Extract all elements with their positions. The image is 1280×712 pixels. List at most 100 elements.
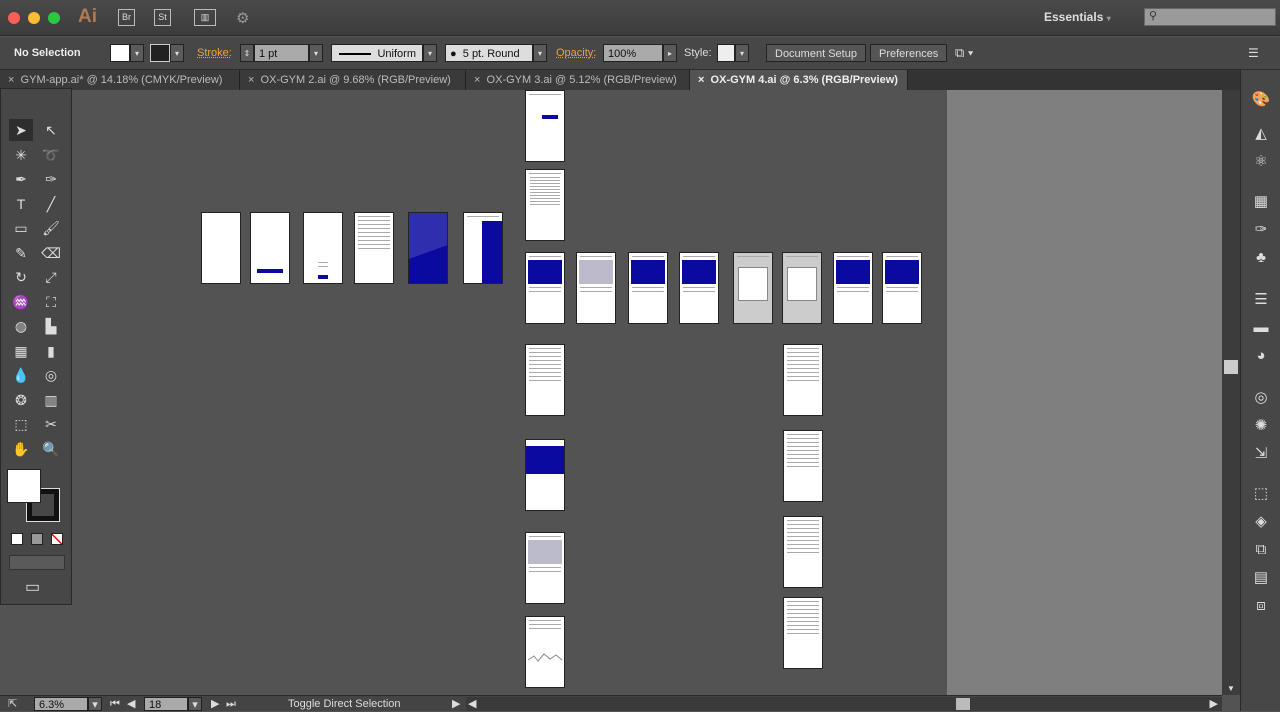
align-icon[interactable]: ▤ <box>1251 568 1271 588</box>
scroll-right-arrow[interactable]: ▶ <box>1210 697 1218 711</box>
none-mode-button[interactable] <box>51 533 63 545</box>
style-dropdown[interactable]: ▾ <box>735 44 749 62</box>
artboard[interactable] <box>303 212 343 284</box>
color-guide-icon[interactable]: 🎨 <box>1251 90 1271 110</box>
stroke-stepper[interactable]: ⇕ <box>240 44 254 62</box>
horizontal-scrollbar[interactable]: ◀ ▶ <box>466 697 1222 711</box>
artboard[interactable] <box>463 212 503 284</box>
selection-tool-icon[interactable]: ➤ <box>9 119 33 141</box>
lasso-tool-icon[interactable]: ➰ <box>39 144 63 166</box>
layers-icon[interactable]: ◈ <box>1251 512 1271 532</box>
perspective-grid-tool-icon[interactable]: ▙ <box>39 315 63 337</box>
gpu-performance-icon[interactable]: ⚙ <box>236 9 249 27</box>
stroke-weight-dropdown[interactable]: ▾ <box>309 44 323 62</box>
warp-tool-icon[interactable]: ♒ <box>9 291 33 313</box>
artboard-number-input[interactable]: 18 <box>144 697 188 711</box>
paintbrush-tool-icon[interactable]: 🖌 <box>39 217 63 239</box>
gradient-icon[interactable]: ▬ <box>1251 318 1271 338</box>
artboard[interactable] <box>882 252 922 324</box>
slice-tool-icon[interactable]: ✂ <box>39 413 63 435</box>
pasteboard[interactable] <box>947 90 1222 695</box>
artboard[interactable] <box>525 439 565 511</box>
document-setup-button[interactable]: Document Setup <box>766 44 866 62</box>
scale-tool-icon[interactable]: ⤢ <box>39 266 63 288</box>
artboard[interactable] <box>201 212 241 284</box>
draw-mode-buttons[interactable] <box>9 555 65 570</box>
blend-tool-icon[interactable]: ◎ <box>39 364 63 386</box>
artboard[interactable] <box>354 212 394 284</box>
brush-dropdown[interactable]: ▾ <box>533 44 547 62</box>
artboard-dropdown[interactable]: ▾ <box>188 697 202 711</box>
tab-ox-gym-4[interactable]: × OX-GYM 4.ai @ 6.3% (RGB/Preview) <box>690 70 908 90</box>
artboard[interactable] <box>782 252 822 324</box>
appearance-panel-icon[interactable]: ✺ <box>1251 416 1271 436</box>
column-graph-tool-icon[interactable]: ▥ <box>39 389 63 411</box>
artboard[interactable] <box>628 252 668 324</box>
magic-wand-tool-icon[interactable]: ✳ <box>9 144 33 166</box>
transform-icon[interactable]: ⬚ <box>1251 484 1271 504</box>
share-icon[interactable]: ⇱ <box>8 697 17 711</box>
gradient-tool-icon[interactable]: ▮ <box>39 340 63 362</box>
pathfinder-icon[interactable]: ⧈ <box>1251 596 1271 616</box>
line-tool-icon[interactable]: ╱ <box>39 193 63 215</box>
direct-selection-tool-icon[interactable]: ↖ <box>39 119 63 141</box>
stroke-weight-input[interactable]: 1 pt <box>254 44 309 62</box>
artboard-tool-icon[interactable]: ⬚ <box>9 413 33 435</box>
scroll-thumb[interactable] <box>956 698 970 710</box>
brush-definition[interactable]: ● 5 pt. Round <box>445 44 533 62</box>
artboard[interactable] <box>783 430 823 502</box>
rectangle-tool-icon[interactable]: ▭ <box>9 217 33 239</box>
opacity-dropdown[interactable]: ▸ <box>663 44 677 62</box>
close-window-button[interactable] <box>8 12 20 24</box>
gradient-mode-button[interactable] <box>31 533 43 545</box>
scroll-thumb[interactable] <box>1224 360 1238 374</box>
zoom-window-button[interactable] <box>48 12 60 24</box>
fill-color-box[interactable] <box>7 469 41 503</box>
curvature-tool-icon[interactable]: ✑ <box>39 168 63 190</box>
fill-swatch[interactable] <box>110 44 130 62</box>
artboard[interactable] <box>408 212 448 284</box>
color-mode-button[interactable] <box>11 533 23 545</box>
previous-artboard-button[interactable]: ◀ <box>127 697 135 711</box>
profile-dropdown[interactable]: ▾ <box>423 44 437 62</box>
first-artboard-button[interactable]: ⏮ <box>110 697 120 711</box>
stock-button[interactable]: St <box>154 9 171 26</box>
artboard[interactable] <box>525 532 565 604</box>
status-menu-arrow[interactable]: ▶ <box>452 697 460 711</box>
tool-status[interactable]: Toggle Direct Selection <box>288 697 401 711</box>
fill-dropdown[interactable]: ▾ <box>130 44 144 62</box>
artboard[interactable] <box>525 252 565 324</box>
canvas[interactable] <box>72 90 947 695</box>
free-transform-tool-icon[interactable]: ⛶ <box>39 291 63 313</box>
style-swatch[interactable] <box>717 44 735 62</box>
artboard[interactable] <box>525 90 565 162</box>
artboard[interactable] <box>525 616 565 688</box>
artboard[interactable] <box>679 252 719 324</box>
artboard[interactable] <box>525 344 565 416</box>
pen-tool-icon[interactable]: ✒ <box>9 168 33 190</box>
artboard[interactable] <box>733 252 773 324</box>
symbol-sprayer-tool-icon[interactable]: ❂ <box>9 389 33 411</box>
scroll-left-arrow[interactable]: ◀ <box>466 698 476 710</box>
cc-libraries-icon[interactable]: ◎ <box>1251 388 1271 408</box>
artboard[interactable] <box>576 252 616 324</box>
vertical-scrollbar[interactable]: ▼ <box>1222 90 1240 695</box>
last-artboard-button[interactable]: ⏭ <box>226 697 236 711</box>
stroke-label[interactable]: Stroke: <box>197 44 232 62</box>
color-icon[interactable]: ◭ <box>1251 124 1271 144</box>
bridge-button[interactable]: Br <box>118 9 135 26</box>
screen-mode-icon[interactable]: ▭ <box>25 577 40 597</box>
brushes-icon[interactable]: ✑ <box>1251 220 1271 240</box>
blob-brush-tool-icon[interactable]: ✎ <box>9 242 33 264</box>
minimize-window-button[interactable] <box>28 12 40 24</box>
select-similar-icon[interactable]: ⧉ ▾ <box>955 44 973 62</box>
appearance-icon[interactable]: ⚛ <box>1251 152 1271 172</box>
eraser-tool-icon[interactable]: ⌫ <box>39 242 63 264</box>
zoom-dropdown[interactable]: ▾ <box>88 697 102 711</box>
type-tool-icon[interactable]: T <box>9 193 33 215</box>
panel-menu-icon[interactable]: ☰ <box>1248 44 1259 62</box>
transparency-icon[interactable]: ◕ <box>1251 346 1271 366</box>
stroke-icon[interactable]: ☰ <box>1251 290 1271 310</box>
preferences-button[interactable]: Preferences <box>870 44 948 62</box>
arrange-documents-icon[interactable]: ▥ <box>194 9 216 26</box>
